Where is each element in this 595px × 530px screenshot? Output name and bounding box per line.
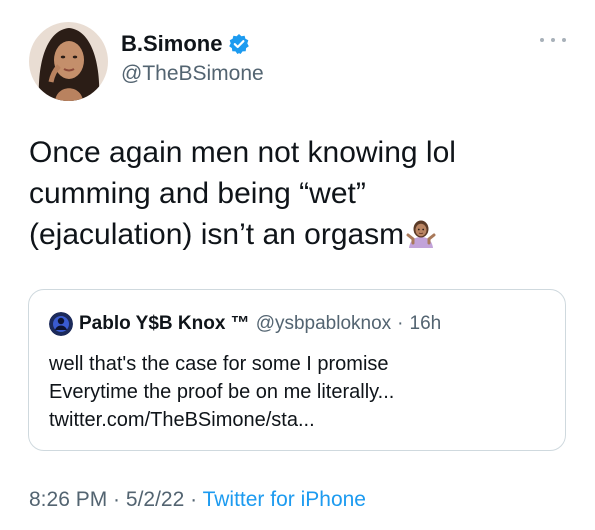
quoted-separator: · [397, 313, 404, 334]
quoted-author-handle: @ysbpabloknox [255, 313, 392, 334]
more-dot [562, 38, 566, 42]
tweet-text-content: Once again men not knowing lol cumming a… [29, 136, 456, 251]
woman-shrugging-emoji [406, 218, 436, 248]
tweet-metadata: 8:26 PM · 5/2/22 · Twitter for iPhone [29, 488, 366, 512]
quoted-timestamp: 16h [409, 313, 442, 334]
tweet-date[interactable]: 5/2/22 [126, 488, 184, 511]
quoted-tweet-header: Pablo Y$B Knox ™ @ysbpabloknox · 16h [49, 312, 441, 336]
author-name-row: B.Simone [121, 31, 250, 57]
quoted-tweet[interactable]: Pablo Y$B Knox ™ @ysbpabloknox · 16h wel… [28, 289, 566, 451]
meta-separator: · [107, 488, 126, 511]
more-dot [540, 38, 544, 42]
meta-separator: · [184, 488, 203, 511]
author-display-name[interactable]: B.Simone [121, 31, 222, 57]
tweet-source-link[interactable]: Twitter for iPhone [203, 488, 366, 511]
more-dot [551, 38, 555, 42]
quoted-tweet-text: well that's the case for some I promise … [49, 353, 395, 431]
tweet-time[interactable]: 8:26 PM [29, 488, 107, 511]
more-options-icon[interactable] [540, 33, 566, 47]
author-avatar[interactable] [29, 22, 108, 101]
tweet-text: Once again men not knowing lol cumming a… [29, 132, 569, 255]
tweet: B.Simone @TheBSimone Once again men not … [0, 0, 595, 530]
author-handle[interactable]: @TheBSimone [121, 62, 264, 86]
quoted-author-name: Pablo Y$B Knox ™ [79, 313, 250, 334]
avatar-image [29, 22, 108, 101]
verified-badge-icon [228, 33, 250, 55]
quoted-author-avatar [49, 312, 73, 336]
